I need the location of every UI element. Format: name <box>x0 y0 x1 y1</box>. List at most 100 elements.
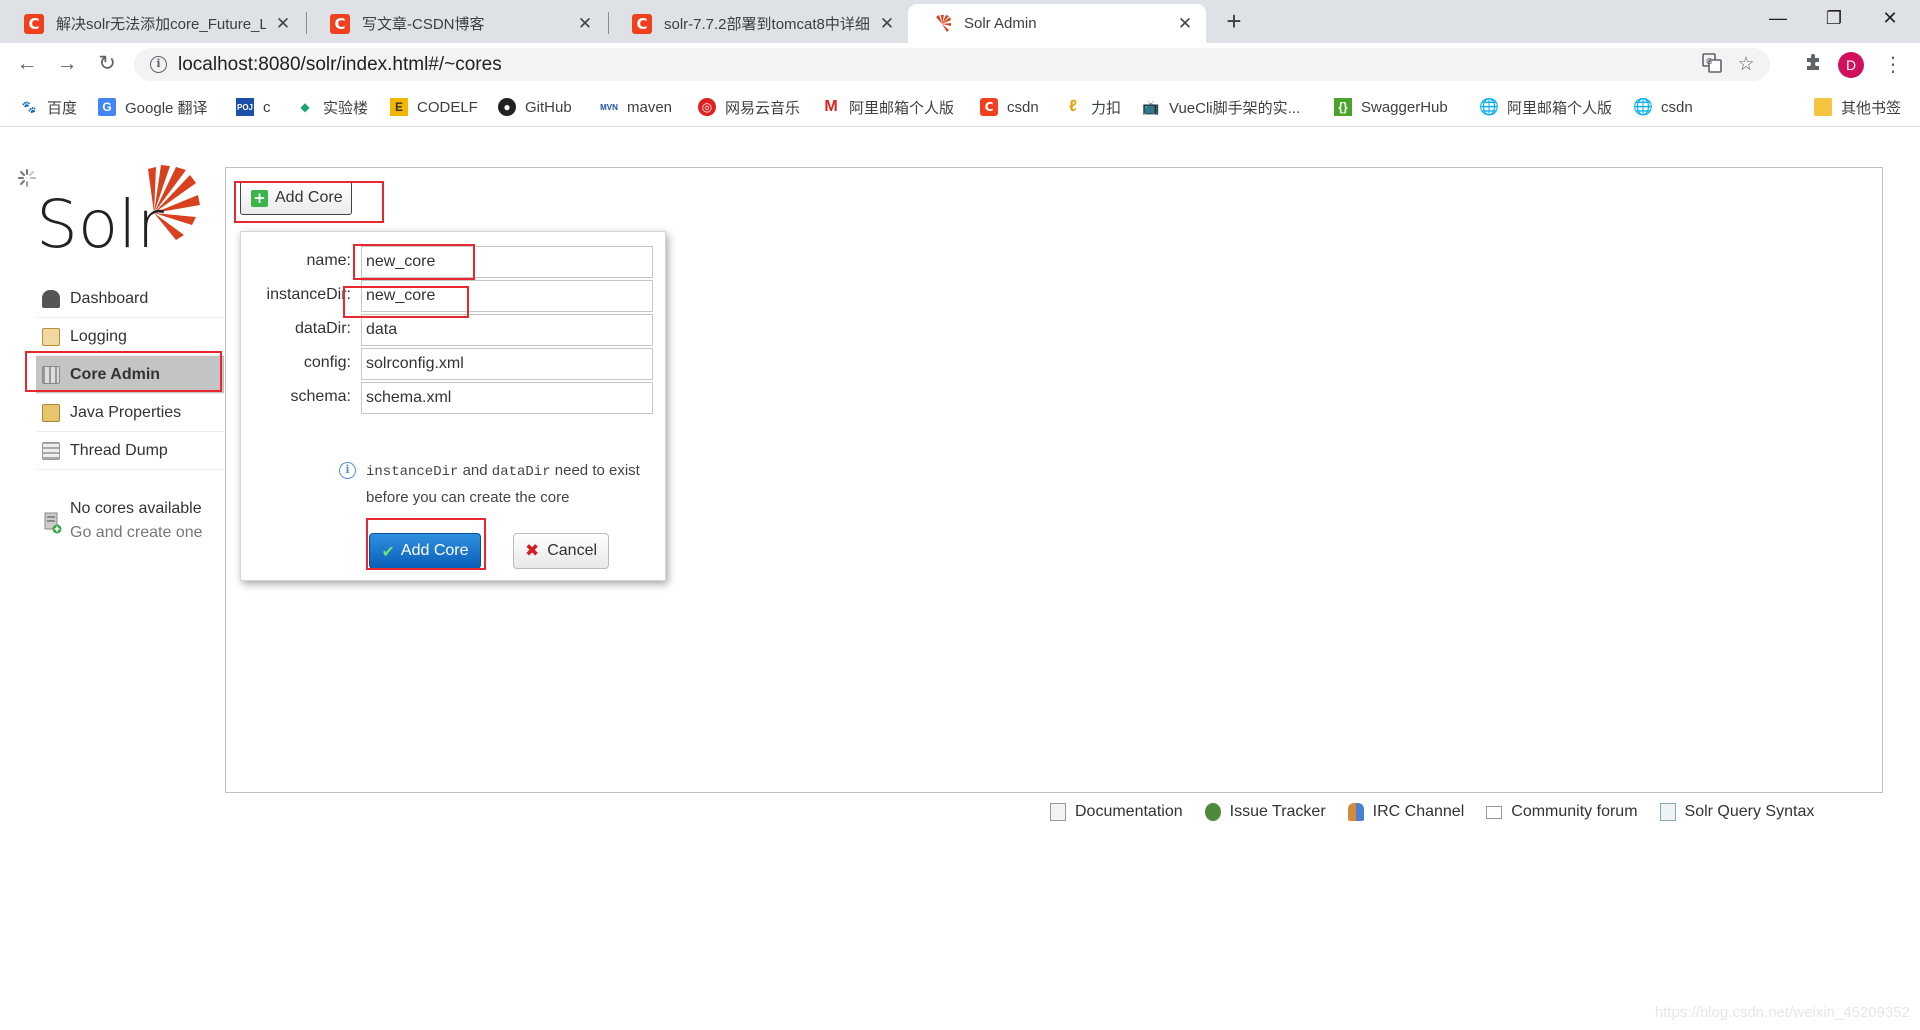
sidebar-item-core-admin[interactable]: Core Admin <box>36 356 224 394</box>
footer-issue-tracker-link[interactable]: Issue Tracker <box>1204 803 1326 821</box>
mail-icon <box>1486 805 1503 819</box>
svg-text:Solr: Solr <box>36 186 165 255</box>
footer-documentation-link[interactable]: Documentation <box>1050 803 1183 821</box>
translate-icon[interactable]: G <box>1700 53 1724 77</box>
footer-query-syntax-link[interactable]: Solr Query Syntax <box>1659 803 1814 821</box>
bookmark-item[interactable]: 🌐 阿里邮箱个人版 <box>1479 95 1612 119</box>
schema-label: schema: <box>290 388 351 405</box>
globe-icon: 🌐 <box>1633 99 1653 116</box>
watermark-text: https://blog.csdn.net/weixin_45209352 <box>1654 1004 1910 1021</box>
database-add-icon <box>44 512 62 534</box>
no-cores-title: No cores available <box>70 500 202 517</box>
svg-text:G: G <box>1706 57 1712 66</box>
cancel-button[interactable]: ✖ Cancel <box>513 533 609 569</box>
aliyun-mail-icon: M <box>824 98 838 115</box>
bookmark-item[interactable]: Ccsdn <box>980 95 1039 119</box>
new-tab-button[interactable]: + <box>1218 6 1250 38</box>
maven-icon: MVN <box>600 102 618 112</box>
bookmark-item[interactable]: 🌐 csdn <box>1633 95 1693 119</box>
config-input[interactable] <box>361 348 653 380</box>
instance-dir-row: instanceDir: <box>241 280 667 312</box>
globe-icon: 🌐 <box>1479 99 1499 116</box>
url-text[interactable]: localhost:8080/solr/index.html#/~cores <box>178 54 502 76</box>
minimize-icon[interactable]: — <box>1750 0 1806 36</box>
browser-tab-bar: C 解决solr无法添加core_Future_LI ✕ C 写文章-CSDN博… <box>0 0 1920 43</box>
codelf-icon: E <box>390 98 408 116</box>
name-input[interactable] <box>361 246 653 278</box>
bookmark-item[interactable]: 🐾 百度 <box>20 95 78 119</box>
leetcode-icon: ℓ <box>1069 98 1077 115</box>
bookmark-item[interactable]: E CODELF <box>390 95 478 119</box>
bookmark-item[interactable]: MVN maven <box>600 95 672 119</box>
documentation-icon <box>1050 803 1066 821</box>
add-core-button[interactable]: + Add Core <box>240 181 352 215</box>
forward-arrow-icon[interactable]: → <box>52 49 82 79</box>
bookmarks-bar: 🐾 百度 G Google 翻译 POJ c ◆ 实验楼 E CODELF ● GitHub… <box>0 86 1920 127</box>
config-row: config: <box>241 348 667 380</box>
bilibili-icon: 📺 <box>1142 98 1160 115</box>
csdn-icon: C <box>980 98 998 116</box>
footer-irc-channel-link[interactable]: IRC Channel <box>1347 803 1464 821</box>
sidebar-item-java-properties[interactable]: Java Properties <box>36 394 224 432</box>
reload-icon[interactable]: ↻ <box>92 49 122 79</box>
close-icon[interactable]: ✕ <box>274 14 292 34</box>
csdn-icon: C <box>330 13 350 34</box>
bookmark-item[interactable]: ℓ 力扣 <box>1064 95 1121 119</box>
instance-dir-hint: i instanceDir and dataDir need to exist … <box>339 458 659 510</box>
browser-tab-1[interactable]: C 解决solr无法添加core_Future_LI ✕ <box>0 4 304 43</box>
core-admin-icon <box>42 365 60 384</box>
data-dir-input[interactable] <box>361 314 653 346</box>
loading-spinner-icon <box>17 168 37 188</box>
site-info-icon[interactable]: i <box>150 56 167 73</box>
window-close-icon[interactable]: ✕ <box>1862 0 1918 36</box>
instance-dir-input[interactable] <box>361 280 653 312</box>
add-core-submit-button[interactable]: ✔ Add Core <box>369 533 481 569</box>
csdn-icon: C <box>632 13 652 34</box>
extensions-icon[interactable] <box>1800 52 1826 78</box>
solr-logo[interactable]: Solr <box>36 165 206 263</box>
close-icon[interactable]: ✕ <box>878 14 896 34</box>
bookmark-item[interactable]: ● GitHub <box>498 95 572 119</box>
bookmark-item[interactable]: M 阿里邮箱个人版 <box>822 95 954 119</box>
bookmark-item[interactable]: {} SwaggerHub <box>1334 95 1448 119</box>
close-icon[interactable]: ✕ <box>1176 14 1194 34</box>
bookmark-item[interactable]: G Google 翻译 <box>98 95 208 119</box>
leaf-icon: ◆ <box>300 100 310 114</box>
bug-icon <box>1204 803 1221 821</box>
bookmark-item[interactable]: ◎ 网易云音乐 <box>698 95 800 119</box>
add-core-dialog: name: instanceDir: dataDir: config: sche… <box>240 231 666 581</box>
config-label: config: <box>303 354 351 371</box>
profile-avatar[interactable]: D <box>1838 52 1864 78</box>
menu-kebab-icon[interactable]: ⋮ <box>1880 52 1906 78</box>
google-translate-icon: G <box>98 98 116 116</box>
no-cores-subtitle[interactable]: Go and create one <box>70 524 203 542</box>
other-bookmarks[interactable]: 其他书签 <box>1814 95 1901 119</box>
browser-tab-3[interactable]: C solr-7.7.2部署到tomcat8中详细 ✕ <box>608 4 908 43</box>
name-label: name: <box>306 252 351 269</box>
browser-tab-2[interactable]: C 写文章-CSDN博客 ✕ <box>306 4 606 43</box>
bookmark-item[interactable]: 📺 VueCli脚手架的实... <box>1142 95 1300 119</box>
netease-music-icon: ◎ <box>698 98 716 116</box>
footer-community-forum-link[interactable]: Community forum <box>1486 803 1638 821</box>
restore-icon[interactable]: ❐ <box>1806 0 1862 36</box>
github-icon: ● <box>498 98 516 116</box>
star-icon[interactable]: ☆ <box>1734 53 1758 77</box>
schema-input[interactable] <box>361 382 653 414</box>
hint-code-data-dir: dataDir <box>491 464 551 480</box>
close-icon[interactable]: ✕ <box>576 14 594 34</box>
csdn-icon: C <box>24 13 44 34</box>
sidebar-item-logging[interactable]: Logging <box>36 318 224 356</box>
bookmark-item[interactable]: POJ c <box>236 95 271 119</box>
browser-tab-solr-admin[interactable]: Solr Admin ✕ <box>908 4 1206 43</box>
info-icon: i <box>339 462 356 479</box>
schema-row: schema: <box>241 382 667 414</box>
core-admin-panel: + Add Core name: instanceDir: dataDir: c… <box>225 167 1883 793</box>
back-arrow-icon[interactable]: ← <box>12 49 42 79</box>
sidebar-item-thread-dump[interactable]: Thread Dump <box>36 432 224 470</box>
footer-links: Documentation Issue Tracker IRC Channel … <box>1050 800 1836 824</box>
sidebar-item-dashboard[interactable]: Dashboard <box>36 280 224 318</box>
hint-code-instance-dir: instanceDir <box>366 464 459 480</box>
poj-icon: POJ <box>236 98 254 116</box>
bookmark-item[interactable]: ◆ 实验楼 <box>296 95 368 119</box>
address-bar[interactable]: i localhost:8080/solr/index.html#/~cores… <box>134 48 1770 81</box>
